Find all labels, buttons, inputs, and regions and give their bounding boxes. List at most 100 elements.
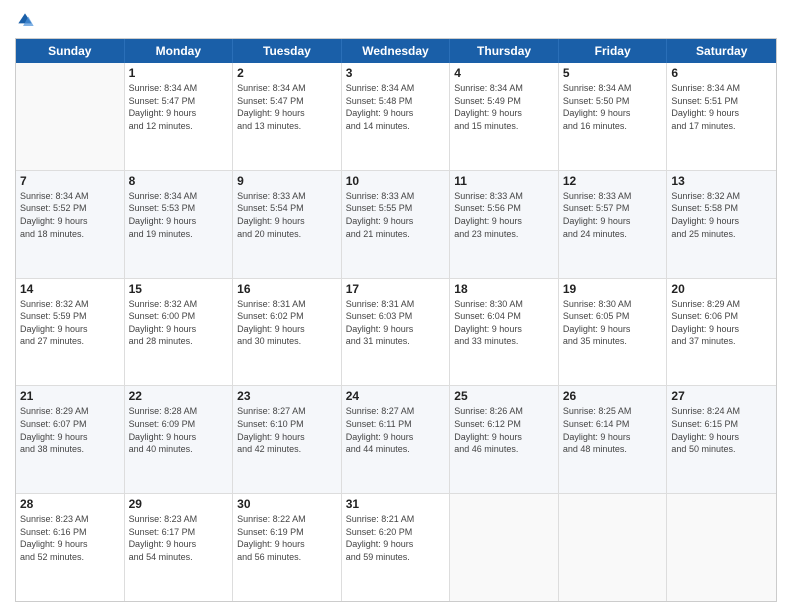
week-row-1: 1 Sunrise: 8:34 AM Sunset: 5:47 PM Daylig… xyxy=(16,63,776,171)
day-number: 16 xyxy=(237,282,337,296)
day-info: Sunrise: 8:34 AM Sunset: 5:47 PM Dayligh… xyxy=(237,82,337,132)
day-number: 4 xyxy=(454,66,554,80)
day-number: 26 xyxy=(563,389,663,403)
day-cell-empty-4-6 xyxy=(667,494,776,601)
week-row-3: 14 Sunrise: 8:32 AM Sunset: 5:59 PM Dayli… xyxy=(16,279,776,387)
day-info: Sunrise: 8:23 AM Sunset: 6:17 PM Dayligh… xyxy=(129,513,229,563)
day-cell-25: 25 Sunrise: 8:26 AM Sunset: 6:12 PM Dayli… xyxy=(450,386,559,493)
day-cell-22: 22Sunrise: 8:28 AM Sunset: 6:09 PM Dayli… xyxy=(125,386,234,493)
calendar-header: SundayMondayTuesdayWednesdayThursdayFrid… xyxy=(16,39,776,63)
week-row-2: 7Sunrise: 8:34 AM Sunset: 5:52 PM Daylig… xyxy=(16,171,776,279)
day-cell-3: 3 Sunrise: 8:34 AM Sunset: 5:48 PM Daylig… xyxy=(342,63,451,170)
day-cell-18: 18Sunrise: 8:30 AM Sunset: 6:04 PM Dayli… xyxy=(450,279,559,386)
header-day-tuesday: Tuesday xyxy=(233,39,342,63)
day-number: 5 xyxy=(563,66,663,80)
header-day-thursday: Thursday xyxy=(450,39,559,63)
day-number: 2 xyxy=(237,66,337,80)
day-cell-11: 11 Sunrise: 8:33 AM Sunset: 5:56 PM Dayli… xyxy=(450,171,559,278)
day-info: Sunrise: 8:34 AM Sunset: 5:51 PM Dayligh… xyxy=(671,82,772,132)
day-info: Sunrise: 8:33 AM Sunset: 5:54 PM Dayligh… xyxy=(237,190,337,240)
week-row-5: 28Sunrise: 8:23 AM Sunset: 6:16 PM Dayli… xyxy=(16,494,776,601)
day-cell-empty-4-4 xyxy=(450,494,559,601)
day-cell-30: 30 Sunrise: 8:22 AM Sunset: 6:19 PM Dayli… xyxy=(233,494,342,601)
day-info: Sunrise: 8:34 AM Sunset: 5:52 PM Dayligh… xyxy=(20,190,120,240)
logo xyxy=(15,10,37,30)
day-cell-19: 19Sunrise: 8:30 AM Sunset: 6:05 PM Dayli… xyxy=(559,279,668,386)
day-cell-5: 5 Sunrise: 8:34 AM Sunset: 5:50 PM Daylig… xyxy=(559,63,668,170)
day-number: 11 xyxy=(454,174,554,188)
day-number: 1 xyxy=(129,66,229,80)
day-number: 12 xyxy=(563,174,663,188)
day-number: 27 xyxy=(671,389,772,403)
day-number: 31 xyxy=(346,497,446,511)
day-cell-4: 4 Sunrise: 8:34 AM Sunset: 5:49 PM Daylig… xyxy=(450,63,559,170)
day-number: 10 xyxy=(346,174,446,188)
day-number: 3 xyxy=(346,66,446,80)
day-cell-7: 7Sunrise: 8:34 AM Sunset: 5:52 PM Daylig… xyxy=(16,171,125,278)
day-info: Sunrise: 8:23 AM Sunset: 6:16 PM Dayligh… xyxy=(20,513,120,563)
header-day-monday: Monday xyxy=(125,39,234,63)
day-info: Sunrise: 8:26 AM Sunset: 6:12 PM Dayligh… xyxy=(454,405,554,455)
day-cell-8: 8Sunrise: 8:34 AM Sunset: 5:53 PM Daylig… xyxy=(125,171,234,278)
calendar: SundayMondayTuesdayWednesdayThursdayFrid… xyxy=(15,38,777,602)
day-info: Sunrise: 8:34 AM Sunset: 5:48 PM Dayligh… xyxy=(346,82,446,132)
header-day-wednesday: Wednesday xyxy=(342,39,451,63)
page: SundayMondayTuesdayWednesdayThursdayFrid… xyxy=(0,0,792,612)
day-number: 14 xyxy=(20,282,120,296)
day-number: 21 xyxy=(20,389,120,403)
day-cell-26: 26 Sunrise: 8:25 AM Sunset: 6:14 PM Dayli… xyxy=(559,386,668,493)
day-cell-empty-0-0 xyxy=(16,63,125,170)
day-number: 6 xyxy=(671,66,772,80)
day-info: Sunrise: 8:22 AM Sunset: 6:19 PM Dayligh… xyxy=(237,513,337,563)
day-cell-27: 27 Sunrise: 8:24 AM Sunset: 6:15 PM Dayli… xyxy=(667,386,776,493)
day-info: Sunrise: 8:33 AM Sunset: 5:56 PM Dayligh… xyxy=(454,190,554,240)
day-number: 30 xyxy=(237,497,337,511)
day-info: Sunrise: 8:27 AM Sunset: 6:11 PM Dayligh… xyxy=(346,405,446,455)
day-number: 18 xyxy=(454,282,554,296)
day-cell-17: 17 Sunrise: 8:31 AM Sunset: 6:03 PM Dayli… xyxy=(342,279,451,386)
day-number: 20 xyxy=(671,282,772,296)
day-number: 24 xyxy=(346,389,446,403)
day-info: Sunrise: 8:33 AM Sunset: 5:55 PM Dayligh… xyxy=(346,190,446,240)
day-number: 25 xyxy=(454,389,554,403)
day-info: Sunrise: 8:31 AM Sunset: 6:02 PM Dayligh… xyxy=(237,298,337,348)
day-cell-14: 14 Sunrise: 8:32 AM Sunset: 5:59 PM Dayli… xyxy=(16,279,125,386)
day-info: Sunrise: 8:25 AM Sunset: 6:14 PM Dayligh… xyxy=(563,405,663,455)
day-cell-31: 31Sunrise: 8:21 AM Sunset: 6:20 PM Dayli… xyxy=(342,494,451,601)
day-cell-12: 12 Sunrise: 8:33 AM Sunset: 5:57 PM Dayli… xyxy=(559,171,668,278)
day-info: Sunrise: 8:34 AM Sunset: 5:49 PM Dayligh… xyxy=(454,82,554,132)
day-cell-28: 28Sunrise: 8:23 AM Sunset: 6:16 PM Dayli… xyxy=(16,494,125,601)
day-number: 19 xyxy=(563,282,663,296)
logo-icon xyxy=(15,10,35,30)
day-cell-16: 16 Sunrise: 8:31 AM Sunset: 6:02 PM Dayli… xyxy=(233,279,342,386)
day-number: 9 xyxy=(237,174,337,188)
header-day-saturday: Saturday xyxy=(667,39,776,63)
day-cell-6: 6 Sunrise: 8:34 AM Sunset: 5:51 PM Daylig… xyxy=(667,63,776,170)
day-cell-2: 2 Sunrise: 8:34 AM Sunset: 5:47 PM Daylig… xyxy=(233,63,342,170)
day-info: Sunrise: 8:32 AM Sunset: 6:00 PM Dayligh… xyxy=(129,298,229,348)
day-info: Sunrise: 8:29 AM Sunset: 6:06 PM Dayligh… xyxy=(671,298,772,348)
day-cell-1: 1 Sunrise: 8:34 AM Sunset: 5:47 PM Daylig… xyxy=(125,63,234,170)
day-number: 23 xyxy=(237,389,337,403)
header-day-friday: Friday xyxy=(559,39,668,63)
calendar-body: 1 Sunrise: 8:34 AM Sunset: 5:47 PM Daylig… xyxy=(16,63,776,601)
day-number: 17 xyxy=(346,282,446,296)
day-cell-empty-4-5 xyxy=(559,494,668,601)
day-info: Sunrise: 8:29 AM Sunset: 6:07 PM Dayligh… xyxy=(20,405,120,455)
day-cell-13: 13Sunrise: 8:32 AM Sunset: 5:58 PM Dayli… xyxy=(667,171,776,278)
header-day-sunday: Sunday xyxy=(16,39,125,63)
day-info: Sunrise: 8:33 AM Sunset: 5:57 PM Dayligh… xyxy=(563,190,663,240)
day-number: 13 xyxy=(671,174,772,188)
day-cell-29: 29 Sunrise: 8:23 AM Sunset: 6:17 PM Dayli… xyxy=(125,494,234,601)
day-info: Sunrise: 8:34 AM Sunset: 5:47 PM Dayligh… xyxy=(129,82,229,132)
day-info: Sunrise: 8:27 AM Sunset: 6:10 PM Dayligh… xyxy=(237,405,337,455)
day-info: Sunrise: 8:32 AM Sunset: 5:59 PM Dayligh… xyxy=(20,298,120,348)
day-cell-21: 21 Sunrise: 8:29 AM Sunset: 6:07 PM Dayli… xyxy=(16,386,125,493)
day-info: Sunrise: 8:28 AM Sunset: 6:09 PM Dayligh… xyxy=(129,405,229,455)
day-number: 29 xyxy=(129,497,229,511)
day-info: Sunrise: 8:24 AM Sunset: 6:15 PM Dayligh… xyxy=(671,405,772,455)
day-info: Sunrise: 8:31 AM Sunset: 6:03 PM Dayligh… xyxy=(346,298,446,348)
week-row-4: 21 Sunrise: 8:29 AM Sunset: 6:07 PM Dayli… xyxy=(16,386,776,494)
day-info: Sunrise: 8:34 AM Sunset: 5:50 PM Dayligh… xyxy=(563,82,663,132)
header xyxy=(15,10,777,30)
